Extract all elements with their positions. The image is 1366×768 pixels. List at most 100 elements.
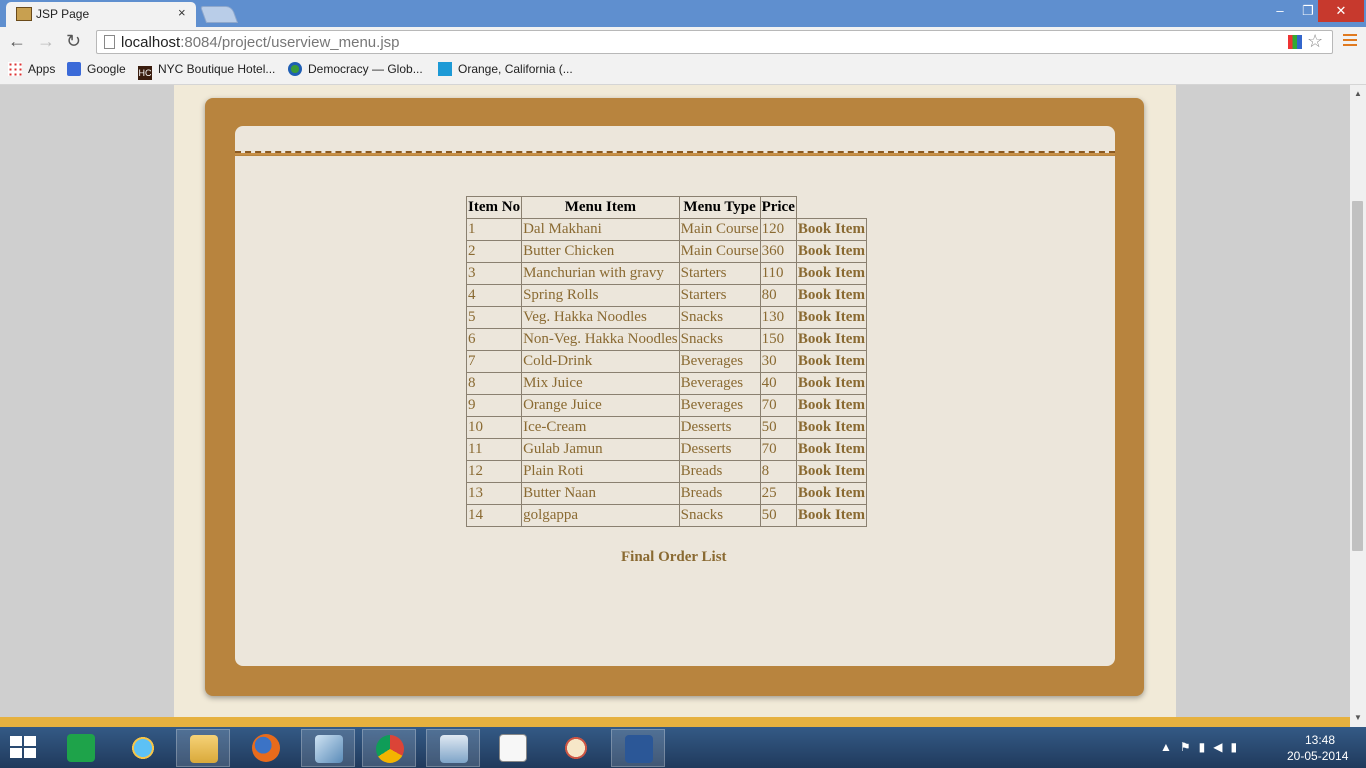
new-tab-button[interactable] — [199, 6, 239, 23]
menu-type-cell: Snacks — [678, 328, 761, 351]
col-price: Price — [759, 196, 797, 219]
globe-icon — [288, 62, 302, 76]
word-icon[interactable] — [611, 729, 665, 767]
menu-item-cell: Mix Juice — [521, 372, 680, 395]
windows-taskbar: ▲⚑▮◀▮ 13:48 20-05-2014 — [0, 727, 1366, 768]
clock-date[interactable]: 20-05-2014 — [1287, 749, 1348, 763]
book-item-link[interactable]: Book Item — [795, 284, 867, 307]
menu-item-cell: Dal Makhani — [521, 218, 680, 241]
page-scrollbar[interactable]: ▲ ▼ — [1350, 85, 1366, 727]
price-cell: 25 — [759, 482, 797, 505]
book-item-link[interactable]: Book Item — [795, 438, 867, 461]
menu-type-cell: Snacks — [678, 504, 761, 527]
back-arrow-icon[interactable]: ← — [8, 31, 26, 52]
menu-row: 11 Gulab Jamun Desserts 70 Book Item — [465, 438, 867, 461]
menu-item-cell: Manchurian with gravy — [521, 262, 680, 285]
bookmark-star-icon[interactable]: ☆ — [1307, 31, 1323, 52]
remote-desktop-icon[interactable] — [426, 729, 480, 767]
firefox-icon[interactable] — [239, 729, 293, 767]
price-cell: 110 — [759, 262, 797, 285]
minimize-button[interactable]: – — [1266, 0, 1294, 22]
item-no-cell: 1 — [465, 218, 523, 241]
bookmark-orange-california[interactable]: Orange, California (... — [438, 62, 573, 76]
tab-close-icon[interactable]: × — [178, 5, 186, 20]
price-cell: 360 — [759, 240, 797, 263]
final-order-list-link[interactable]: Final Order List — [621, 549, 727, 566]
item-no-cell: 13 — [465, 482, 523, 505]
reload-icon[interactable]: ↻ — [66, 31, 81, 52]
menu-item-cell: Gulab Jamun — [521, 438, 680, 461]
item-no-cell: 12 — [465, 460, 523, 483]
price-cell: 70 — [759, 438, 797, 461]
google-icon — [67, 62, 81, 76]
price-cell: 50 — [759, 504, 797, 527]
menu-item-cell: Non-Veg. Hakka Noodles — [521, 328, 680, 351]
book-item-link[interactable]: Book Item — [795, 504, 867, 527]
windows-start-icon[interactable] — [10, 736, 38, 760]
close-window-button[interactable]: ✕ — [1318, 0, 1364, 22]
chrome-icon[interactable] — [362, 729, 416, 767]
menu-type-cell: Beverages — [678, 372, 761, 395]
scroll-thumb[interactable] — [1352, 201, 1363, 551]
price-cell: 50 — [759, 416, 797, 439]
book-item-link[interactable]: Book Item — [795, 240, 867, 263]
menu-item-cell: Ice-Cream — [521, 416, 680, 439]
menu-item-cell: Veg. Hakka Noodles — [521, 306, 680, 329]
system-tray-icons[interactable]: ▲⚑▮◀▮ — [1160, 740, 1245, 754]
bookmark-democracy[interactable]: Democracy — Glob... — [288, 62, 423, 76]
book-item-link[interactable]: Book Item — [795, 416, 867, 439]
menu-type-cell: Breads — [678, 482, 761, 505]
item-no-cell: 10 — [465, 416, 523, 439]
menu-item-cell: Cold-Drink — [521, 350, 680, 373]
book-item-link[interactable]: Book Item — [795, 372, 867, 395]
item-no-cell: 3 — [465, 262, 523, 285]
content-panel: Item No Menu Item Menu Type Price 1 Dal M… — [235, 156, 1115, 666]
book-item-link[interactable]: Book Item — [795, 350, 867, 373]
book-item-link[interactable]: Book Item — [795, 306, 867, 329]
virtualbox-icon[interactable] — [301, 729, 355, 767]
menu-item-cell: Butter Chicken — [521, 240, 680, 263]
menu-type-cell: Starters — [678, 284, 761, 307]
menu-row: 2 Butter Chicken Main Course 360 Book Item — [465, 240, 867, 263]
book-item-link[interactable]: Book Item — [795, 218, 867, 241]
menu-row: 14 golgappa Snacks 50 Book Item — [465, 504, 867, 527]
book-item-link[interactable]: Book Item — [795, 482, 867, 505]
bookmarks-bar: Apps Google HC NYC Boutique Hotel... Demo… — [0, 58, 1366, 85]
menu-type-cell: Starters — [678, 262, 761, 285]
bookmark-google[interactable]: Google — [67, 62, 126, 76]
menu-row: 6 Non-Veg. Hakka Noodles Snacks 150 Book Ite… — [465, 328, 867, 351]
book-item-link[interactable]: Book Item — [795, 328, 867, 351]
address-bar[interactable]: localhost:8084/project/userview_menu.jsp… — [96, 30, 1333, 54]
menu-row: 13 Butter Naan Breads 25 Book Item — [465, 482, 867, 505]
price-cell: 150 — [759, 328, 797, 351]
menu-row: 5 Veg. Hakka Noodles Snacks 130 Book Item — [465, 306, 867, 329]
extension-icon[interactable] — [1288, 35, 1302, 49]
bookmark-apps[interactable]: Apps — [8, 62, 55, 76]
price-cell: 130 — [759, 306, 797, 329]
windows-store-icon[interactable] — [54, 729, 108, 767]
item-no-cell: 7 — [465, 350, 523, 373]
bookmark-nyc-hotel[interactable]: HC NYC Boutique Hotel... — [138, 62, 275, 80]
menu-type-cell: Main Course — [678, 218, 761, 241]
book-item-link[interactable]: Book Item — [795, 460, 867, 483]
menu-type-cell: Beverages — [678, 350, 761, 373]
menu-type-cell: Main Course — [678, 240, 761, 263]
menu-item-cell: Plain Roti — [521, 460, 680, 483]
menu-row: 12 Plain Roti Breads 8 Book Item — [465, 460, 867, 483]
file-explorer-icon[interactable] — [176, 729, 230, 767]
menu-type-cell: Snacks — [678, 306, 761, 329]
chrome-menu-icon[interactable] — [1343, 34, 1357, 48]
scroll-down-icon[interactable]: ▼ — [1354, 713, 1362, 722]
internet-explorer-icon[interactable] — [116, 729, 170, 767]
clock-time[interactable]: 13:48 — [1305, 733, 1335, 747]
forward-arrow-icon[interactable]: → — [37, 31, 55, 52]
paint-icon[interactable] — [549, 729, 603, 767]
menu-type-cell: Beverages — [678, 394, 761, 417]
scroll-up-icon[interactable]: ▲ — [1354, 89, 1362, 98]
book-item-link[interactable]: Book Item — [795, 262, 867, 285]
col-menu-type: Menu Type — [678, 196, 761, 219]
tab-bar: JSP Page × – ❐ ✕ — [0, 0, 1366, 27]
book-item-link[interactable]: Book Item — [795, 394, 867, 417]
notepad-icon[interactable] — [486, 729, 540, 767]
tab-jsp-page[interactable]: JSP Page × — [6, 2, 196, 27]
